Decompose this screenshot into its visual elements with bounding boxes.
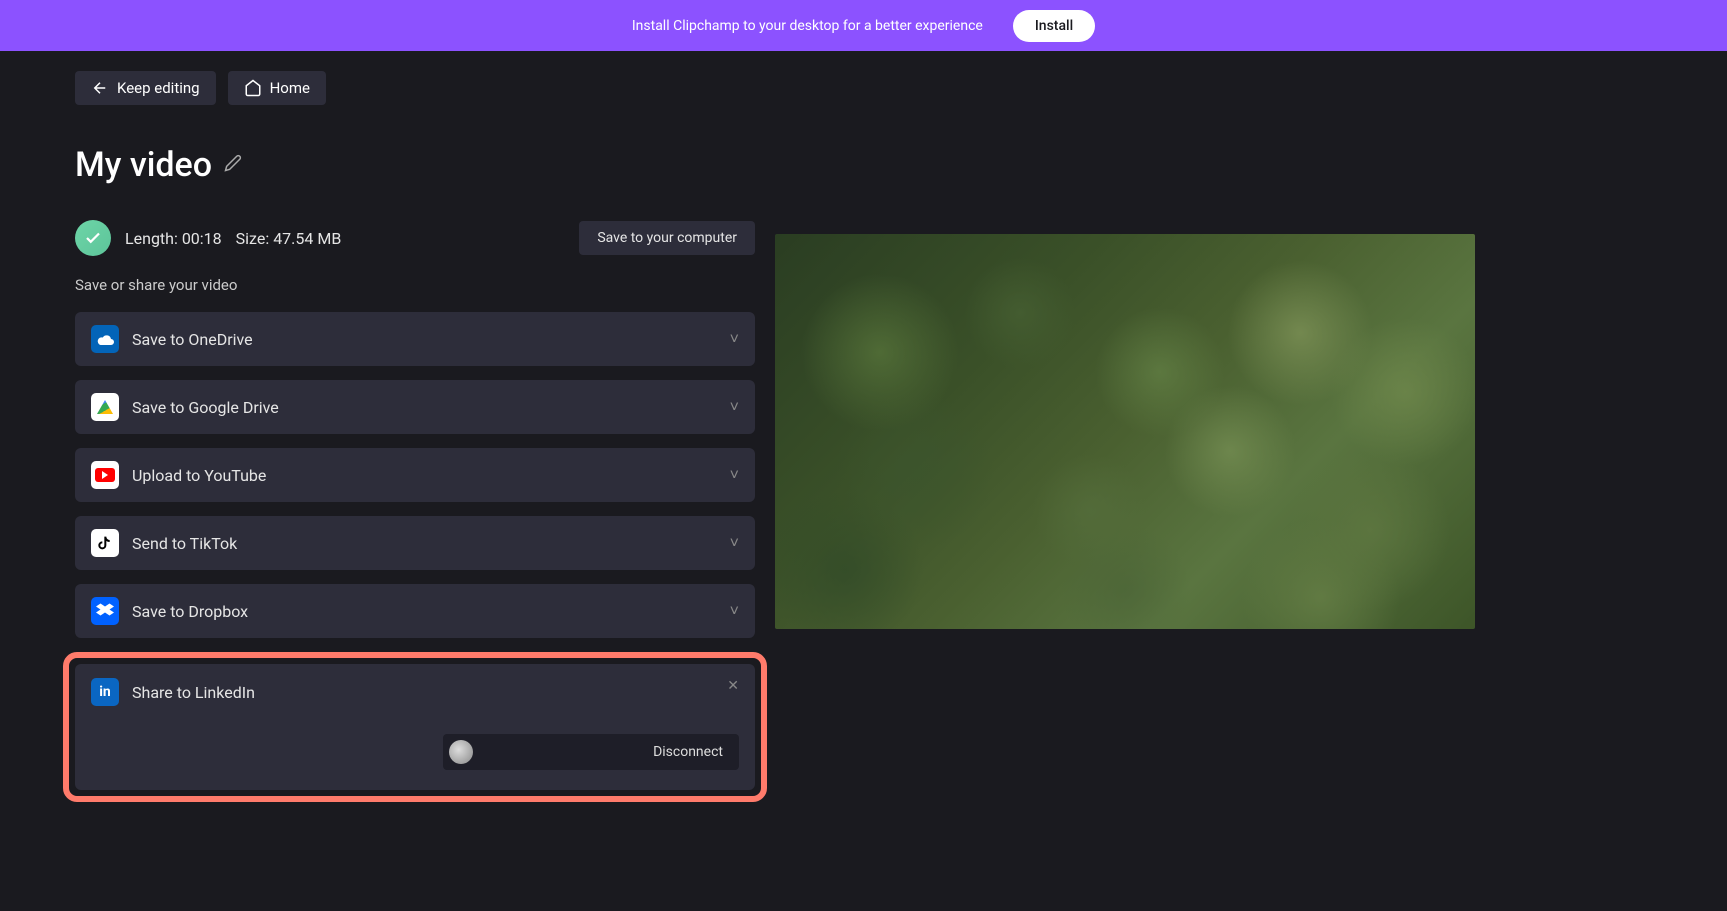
chevron-down-icon: ˅ [730,329,739,349]
avatar [449,740,473,764]
disconnect-button[interactable]: Disconnect [653,744,723,760]
save-to-computer-button[interactable]: Save to your computer [579,221,755,255]
account-box: Disconnect [443,734,739,770]
option-label: Save to Dropbox [132,602,248,621]
option-label: Save to Google Drive [132,398,279,417]
linkedin-highlight: in Share to LinkedIn ✕ Disconnect [63,652,767,802]
option-label: Upload to YouTube [132,466,266,485]
home-label: Home [270,79,310,97]
success-check-icon [75,220,111,256]
linkedin-icon: in [91,678,119,706]
option-onedrive[interactable]: Save to OneDrive ˅ [75,312,755,366]
video-length-label: Length: 00:18 [125,229,222,248]
arrow-left-icon [91,79,109,97]
save-share-subtitle: Save or share your video [75,276,755,294]
home-icon [244,79,262,97]
preview-thumbnail [775,234,1475,629]
option-linkedin-expanded[interactable]: in Share to LinkedIn ✕ Disconnect [75,664,755,790]
home-button[interactable]: Home [228,71,326,105]
video-preview[interactable] [775,234,1475,629]
chevron-down-icon: ˅ [730,397,739,417]
page-title: My video [75,145,212,185]
video-size-label: Size: 47.54 MB [236,229,342,248]
edit-title-icon[interactable] [224,154,242,176]
banner-text: Install Clipchamp to your desktop for a … [632,18,983,34]
onedrive-icon [91,325,119,353]
option-gdrive[interactable]: Save to Google Drive ˅ [75,380,755,434]
gdrive-icon [91,393,119,421]
install-button[interactable]: Install [1013,10,1095,42]
chevron-down-icon: ˅ [730,465,739,485]
chevron-down-icon: ˅ [730,533,739,553]
option-dropbox[interactable]: Save to Dropbox ˅ [75,584,755,638]
option-youtube[interactable]: Upload to YouTube ˅ [75,448,755,502]
option-label: Send to TikTok [132,534,237,553]
chevron-down-icon: ˅ [730,601,739,621]
option-label: Save to OneDrive [132,330,253,349]
youtube-icon [91,461,119,489]
dropbox-icon [91,597,119,625]
option-tiktok[interactable]: Send to TikTok ˅ [75,516,755,570]
keep-editing-label: Keep editing [117,79,200,97]
close-icon[interactable]: ✕ [727,678,739,694]
option-label: Share to LinkedIn [132,683,255,702]
install-banner: Install Clipchamp to your desktop for a … [0,0,1727,51]
keep-editing-button[interactable]: Keep editing [75,71,216,105]
tiktok-icon [91,529,119,557]
